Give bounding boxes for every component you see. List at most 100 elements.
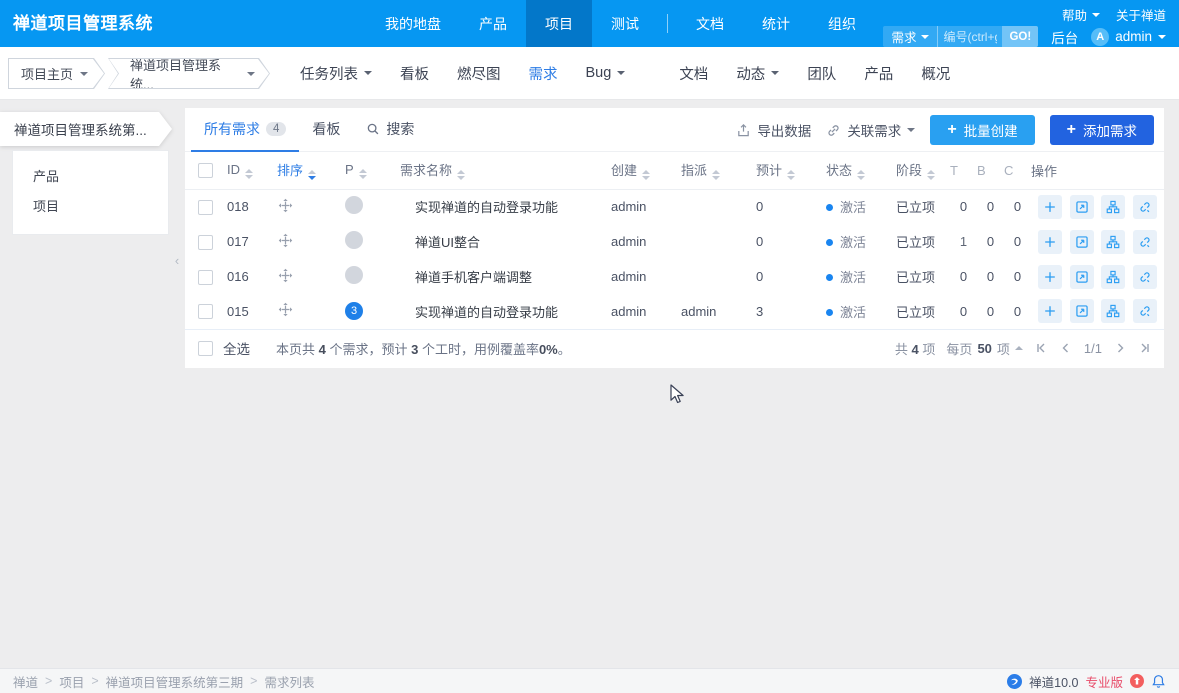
topnav-item-组织[interactable]: 组织: [809, 0, 875, 47]
action-change-button[interactable]: [1069, 229, 1094, 254]
project-tab-概况[interactable]: 概况: [907, 63, 964, 84]
story-title-link[interactable]: 实现禅道的自动登录功能: [415, 305, 558, 320]
project-tab-需求[interactable]: 需求: [515, 63, 572, 84]
row-checkbox[interactable]: [198, 234, 213, 250]
project-tab-看板[interactable]: 看板: [386, 63, 443, 84]
col-排序[interactable]: 排序: [267, 152, 325, 190]
prev-page-button[interactable]: [1059, 341, 1073, 355]
chevron-down-icon: [921, 34, 930, 39]
bell-icon[interactable]: [1151, 674, 1166, 689]
page-footer: 禅道 > 项目 > 禅道项目管理系统第三期 > 需求列表 禅道10.0 专业版: [0, 668, 1179, 693]
header-checkbox[interactable]: [198, 163, 213, 179]
topnav-item-统计[interactable]: 统计: [743, 0, 809, 47]
help-menu[interactable]: 帮助: [1062, 5, 1100, 24]
col-预计[interactable]: 预计: [750, 152, 820, 190]
action-change-button[interactable]: [1069, 194, 1094, 219]
search-go-button[interactable]: GO!: [1002, 26, 1039, 47]
plus-icon: +: [1066, 121, 1076, 138]
search-module-select[interactable]: 需求: [883, 26, 939, 47]
breadcrumb-current-project[interactable]: 禅道项目管理系统...: [108, 58, 270, 89]
edition-link[interactable]: 专业版: [1085, 672, 1123, 691]
action-add-button[interactable]: [1038, 299, 1062, 324]
col-需求名称[interactable]: 需求名称: [385, 152, 605, 190]
change-icon: [1075, 201, 1088, 213]
project-tab-团队[interactable]: 团队: [793, 63, 850, 84]
project-tab-燃尽图[interactable]: 燃尽图: [443, 63, 515, 84]
topnav-item-我的地盘[interactable]: 我的地盘: [366, 0, 460, 47]
col-P[interactable]: P: [325, 152, 385, 190]
footer-breadcrumb-禅道项目管理系统第三期[interactable]: 禅道项目管理系统第三期: [106, 672, 244, 691]
col-checkbox[interactable]: [185, 152, 221, 190]
sidebar-collapse-icon[interactable]: ‹: [170, 251, 184, 271]
zentao-logo-icon: [1007, 673, 1023, 689]
sidebar-item-项目[interactable]: 项目: [13, 192, 168, 222]
story-list-panel: 所有需求 4 看板 搜索 导出数据 关联需求 + 批量创建 + 添加需求 ID …: [185, 108, 1164, 368]
action-subdivide-button[interactable]: [1101, 299, 1126, 324]
footer-breadcrumb-项目[interactable]: 项目: [59, 672, 84, 691]
action-add-button[interactable]: [1038, 229, 1062, 254]
next-page-button[interactable]: [1113, 341, 1127, 355]
first-page-button[interactable]: [1034, 341, 1048, 355]
footer-breadcrumb-禅道[interactable]: 禅道: [13, 672, 38, 691]
drag-handle-icon[interactable]: [278, 302, 293, 317]
sidebar-item-产品[interactable]: 产品: [13, 162, 168, 192]
col-创建[interactable]: 创建: [605, 152, 675, 190]
action-subdivide-button[interactable]: [1101, 229, 1126, 254]
link-story-button[interactable]: 关联需求: [826, 120, 916, 140]
upgrade-icon[interactable]: [1130, 674, 1144, 688]
action-unlink-button[interactable]: [1132, 194, 1157, 219]
footer-breadcrumb-需求列表[interactable]: 需求列表: [264, 672, 314, 691]
row-checkbox[interactable]: [198, 269, 213, 285]
search-input[interactable]: [938, 26, 1003, 47]
project-tab-任务列表[interactable]: 任务列表: [286, 63, 386, 84]
tab-all-stories[interactable]: 所有需求 4: [191, 108, 300, 152]
drag-handle-icon[interactable]: [278, 268, 293, 283]
row-checkbox[interactable]: [198, 199, 213, 215]
col-阶段[interactable]: 阶段: [890, 152, 950, 190]
action-change-button[interactable]: [1069, 299, 1094, 324]
topnav-item-文档[interactable]: 文档: [677, 0, 743, 47]
action-add-button[interactable]: [1038, 194, 1062, 219]
add-story-button[interactable]: + 添加需求: [1049, 115, 1154, 145]
tab-search[interactable]: 搜索: [353, 108, 427, 152]
action-subdivide-button[interactable]: [1101, 264, 1126, 289]
user-menu[interactable]: A admin: [1091, 27, 1166, 46]
project-tab-Bug[interactable]: Bug: [572, 65, 640, 81]
action-unlink-button[interactable]: [1132, 264, 1157, 289]
export-data-button[interactable]: 导出数据: [736, 120, 811, 140]
action-change-button[interactable]: [1069, 264, 1094, 289]
col-指派[interactable]: 指派: [675, 152, 750, 190]
project-tab-动态[interactable]: 动态: [722, 63, 793, 84]
per-page-select[interactable]: 每页 50 项: [946, 339, 1023, 358]
about-link[interactable]: 关于禅道: [1116, 5, 1166, 24]
row-checkbox[interactable]: [198, 304, 213, 320]
action-subdivide-button[interactable]: [1101, 194, 1126, 219]
estimate-value: 0: [756, 234, 764, 249]
select-all-checkbox[interactable]: [198, 340, 213, 356]
breadcrumb-project-home[interactable]: 项目主页: [8, 58, 105, 89]
drag-handle-icon[interactable]: [278, 198, 293, 213]
select-all-label[interactable]: 全选: [223, 338, 250, 358]
topnav-item-测试[interactable]: 测试: [592, 0, 658, 47]
batch-create-button[interactable]: + 批量创建: [930, 115, 1035, 145]
story-title-link[interactable]: 禅道手机客户端调整: [415, 270, 532, 285]
project-tab-产品[interactable]: 产品: [850, 63, 907, 84]
col-状态[interactable]: 状态: [820, 152, 890, 190]
story-title-link[interactable]: 实现禅道的自动登录功能: [415, 200, 558, 215]
admin-console-link[interactable]: 后台: [1051, 27, 1078, 47]
topnav-item-项目[interactable]: 项目: [526, 0, 592, 47]
task-count: 0: [959, 303, 968, 319]
action-add-button[interactable]: [1038, 264, 1062, 289]
drag-handle-icon[interactable]: [278, 233, 293, 248]
estimate-value: 3: [756, 303, 764, 319]
story-title-link[interactable]: 禅道UI整合: [415, 235, 480, 250]
action-unlink-button[interactable]: [1132, 229, 1157, 254]
action-unlink-button[interactable]: [1132, 299, 1157, 324]
status-label: 激活: [840, 235, 867, 250]
project-switcher[interactable]: 禅道项目管理系统第...: [0, 112, 172, 146]
col-ID[interactable]: ID: [221, 152, 267, 190]
topnav-item-产品[interactable]: 产品: [460, 0, 526, 47]
last-page-button[interactable]: [1138, 341, 1152, 355]
tab-kanban[interactable]: 看板: [299, 108, 353, 152]
project-tab-文档[interactable]: 文档: [665, 63, 722, 84]
